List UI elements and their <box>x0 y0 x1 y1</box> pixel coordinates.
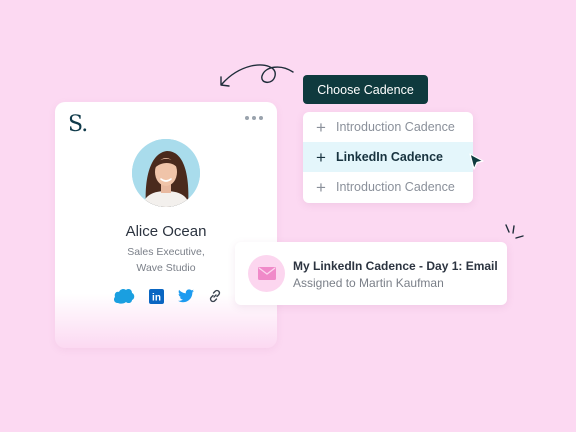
avatar <box>132 139 200 207</box>
more-horizontal-icon[interactable] <box>245 116 263 120</box>
notification-subtitle: Assigned to Martin Kaufman <box>293 276 444 290</box>
sparkle-icon <box>505 224 524 239</box>
notification-card[interactable]: My LinkedIn Cadence - Day 1: Email Assig… <box>235 242 507 305</box>
cadence-dropdown: + Introduction Cadence + LinkedIn Cadenc… <box>303 112 473 203</box>
cadence-option-label: Introduction Cadence <box>336 180 455 194</box>
plus-icon: + <box>316 147 326 167</box>
curly-arrow-icon <box>220 64 294 87</box>
linkedin-icon-text: in <box>152 292 161 303</box>
contact-name: Alice Ocean <box>125 223 207 240</box>
cadence-option-label: Introduction Cadence <box>336 120 455 134</box>
twitter-icon[interactable] <box>178 289 194 303</box>
cadence-option-linkedin[interactable]: + LinkedIn Cadence <box>303 142 473 172</box>
choose-cadence-button[interactable]: Choose Cadence <box>303 75 428 104</box>
cadence-option-introduction[interactable]: + Introduction Cadence <box>303 112 473 142</box>
brand-logo: S. <box>68 112 88 137</box>
mail-icon <box>248 255 285 292</box>
linkedin-icon[interactable]: in <box>149 288 164 304</box>
cursor-icon <box>469 153 484 170</box>
salesforce-icon[interactable] <box>113 288 135 304</box>
plus-icon: + <box>316 117 326 137</box>
cadence-option-label: LinkedIn Cadence <box>336 150 443 164</box>
social-links: in <box>113 288 222 304</box>
cadence-option-introduction-2[interactable]: + Introduction Cadence <box>303 172 473 202</box>
notification-title: My LinkedIn Cadence - Day 1: Email <box>293 259 498 273</box>
profile-card: S. Alice Ocean Sales Executive, Wave Stu… <box>55 102 277 348</box>
plus-icon: + <box>316 177 326 197</box>
link-icon[interactable] <box>208 289 222 303</box>
